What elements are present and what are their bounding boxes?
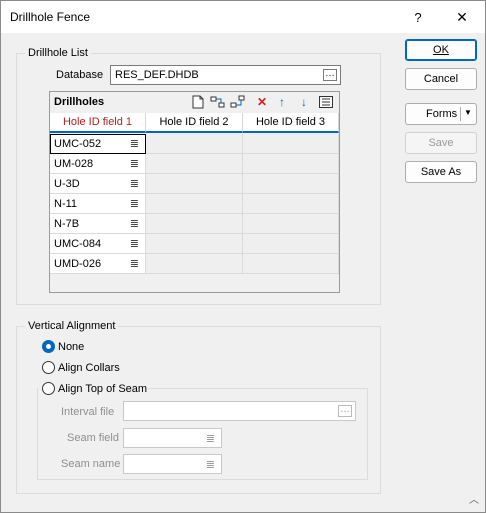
save-as-label: Save As bbox=[420, 166, 462, 178]
interval-file-label: Interval file bbox=[61, 406, 115, 418]
seam-name-input[interactable]: ≣ bbox=[123, 454, 222, 474]
hole-id-value: UMC-084 bbox=[54, 237, 102, 250]
seam-name-label: Seam name bbox=[61, 458, 121, 470]
grid-cell[interactable]: N-11 ≣ bbox=[50, 194, 146, 214]
grid-cell[interactable]: UM-028 ≣ bbox=[50, 154, 146, 174]
drillholes-grid: Drillholes ✕ ↑ ↓ Hole ID field 1 Hole ID… bbox=[49, 91, 340, 293]
ok-label: OK bbox=[433, 44, 449, 56]
hole-id-value: UMD-026 bbox=[54, 257, 102, 270]
database-field[interactable]: RES_DEF.DHDB … bbox=[110, 65, 341, 85]
list-menu-icon[interactable]: ≣ bbox=[130, 137, 139, 150]
column-header-3[interactable]: Hole ID field 3 bbox=[243, 113, 339, 133]
hole-id-value: N-7B bbox=[54, 217, 80, 230]
database-label: Database bbox=[56, 69, 104, 81]
help-icon[interactable]: ? bbox=[403, 5, 433, 29]
grid-cell[interactable] bbox=[146, 134, 243, 154]
column-header-1[interactable]: Hole ID field 1 bbox=[50, 113, 146, 133]
list-menu-icon[interactable]: ≣ bbox=[130, 217, 139, 230]
grid-cell[interactable]: UMC-084 ≣ bbox=[50, 234, 146, 254]
cancel-label: Cancel bbox=[423, 73, 459, 85]
ok-button[interactable]: OK bbox=[405, 39, 477, 61]
close-icon[interactable]: ✕ bbox=[447, 5, 477, 29]
forms-divider bbox=[460, 107, 461, 121]
ellipsis-icon[interactable]: … bbox=[323, 69, 337, 81]
list-icon[interactable] bbox=[318, 94, 334, 110]
drillhole-list-label: Drillhole List bbox=[25, 47, 91, 59]
drillhole-fence-dialog: Drillhole Fence ? ✕ OK Cancel Forms ▼ Sa… bbox=[0, 0, 486, 513]
grid-title: Drillholes bbox=[54, 96, 105, 108]
vertical-alignment-label: Vertical Alignment bbox=[25, 320, 119, 332]
grid-cell[interactable] bbox=[243, 174, 339, 194]
save-as-button[interactable]: Save As bbox=[405, 161, 477, 183]
grid-cell[interactable] bbox=[243, 234, 339, 254]
seam-field-label: Seam field bbox=[67, 432, 119, 444]
save-button[interactable]: Save bbox=[405, 132, 477, 154]
radio-none[interactable] bbox=[42, 340, 55, 353]
dropdown-arrow-icon[interactable]: ▼ bbox=[464, 108, 472, 117]
list-menu-icon[interactable]: ≣ bbox=[130, 177, 139, 190]
grid-cell[interactable] bbox=[243, 214, 339, 234]
grid-cell[interactable] bbox=[243, 154, 339, 174]
grid-cell[interactable] bbox=[243, 194, 339, 214]
hole-id-value: UMC-052 bbox=[54, 137, 102, 150]
grid-cell[interactable] bbox=[146, 234, 243, 254]
grid-cell[interactable] bbox=[243, 254, 339, 274]
list-menu-icon[interactable]: ≣ bbox=[130, 157, 139, 170]
grid-cell[interactable] bbox=[146, 214, 243, 234]
grid-cell[interactable]: UMD-026 ≣ bbox=[50, 254, 146, 274]
radio-align-collars[interactable] bbox=[42, 361, 55, 374]
insert-row-icon[interactable] bbox=[210, 94, 226, 110]
cancel-button[interactable]: Cancel bbox=[405, 68, 477, 90]
list-menu-icon[interactable]: ≣ bbox=[130, 257, 139, 270]
hole-id-value: U-3D bbox=[54, 177, 80, 190]
list-menu-icon[interactable]: ≣ bbox=[130, 237, 139, 250]
radio-none-label[interactable]: None bbox=[58, 341, 84, 353]
radio-align-top-of-seam[interactable] bbox=[42, 382, 55, 395]
radio-align-top-of-seam-label[interactable]: Align Top of Seam bbox=[58, 383, 147, 395]
grid-cell[interactable]: UMC-052 ≣ bbox=[50, 134, 146, 154]
forms-button[interactable]: Forms ▼ bbox=[405, 103, 477, 125]
move-down-icon[interactable]: ↓ bbox=[296, 94, 312, 110]
hole-id-value: N-11 bbox=[54, 197, 78, 210]
move-up-icon[interactable]: ↑ bbox=[274, 94, 290, 110]
column-header-2[interactable]: Hole ID field 2 bbox=[146, 113, 243, 133]
save-label: Save bbox=[428, 137, 454, 149]
ellipsis-icon[interactable]: … bbox=[338, 405, 352, 417]
database-value: RES_DEF.DHDB bbox=[115, 69, 199, 81]
grid-cell[interactable] bbox=[146, 174, 243, 194]
list-menu-icon[interactable]: ≣ bbox=[206, 432, 215, 445]
window-title: Drillhole Fence bbox=[10, 10, 91, 24]
forms-label: Forms bbox=[426, 108, 458, 120]
radio-align-collars-label[interactable]: Align Collars bbox=[58, 362, 120, 374]
hole-id-value: UM-028 bbox=[54, 157, 94, 170]
grid-cell[interactable]: U-3D ≣ bbox=[50, 174, 146, 194]
list-menu-icon[interactable]: ≣ bbox=[206, 458, 215, 471]
title-bar: Drillhole Fence ? ✕ bbox=[1, 1, 485, 33]
seam-field-input[interactable]: ≣ bbox=[123, 428, 222, 448]
grid-toolbar: Drillholes ✕ ↑ ↓ bbox=[50, 92, 339, 113]
list-menu-icon[interactable]: ≣ bbox=[130, 197, 139, 210]
grid-cell[interactable] bbox=[243, 134, 339, 154]
new-icon[interactable] bbox=[190, 94, 206, 110]
delete-icon[interactable]: ✕ bbox=[254, 94, 270, 110]
collapse-chevron-icon[interactable]: ︿ bbox=[469, 491, 479, 506]
interval-file-field[interactable]: … bbox=[123, 401, 356, 421]
grid-cell[interactable] bbox=[146, 154, 243, 174]
grid-cell[interactable] bbox=[146, 254, 243, 274]
append-row-icon[interactable] bbox=[230, 94, 246, 110]
grid-cell[interactable] bbox=[146, 194, 243, 214]
grid-cell[interactable]: N-7B ≣ bbox=[50, 214, 146, 234]
